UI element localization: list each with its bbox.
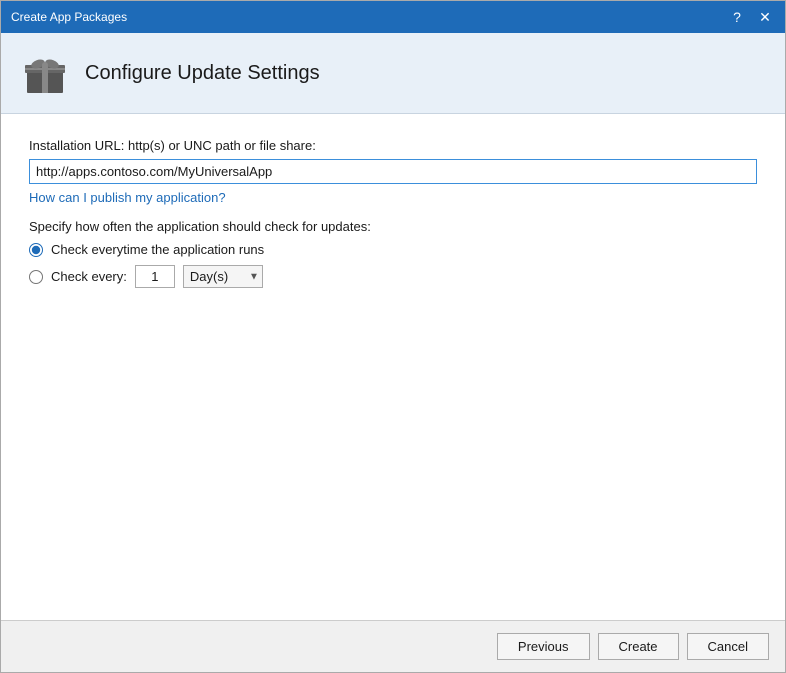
title-bar-left: Create App Packages [11, 10, 127, 24]
content-area: Installation URL: http(s) or UNC path or… [1, 114, 785, 620]
dialog-window: Create App Packages ? ✕ [0, 0, 786, 673]
header-title: Configure Update Settings [85, 62, 320, 85]
close-button[interactable]: ✕ [755, 7, 775, 27]
header-section: Configure Update Settings [1, 33, 785, 114]
check-every-input[interactable] [135, 265, 175, 288]
period-dropdown[interactable]: Day(s) Week(s) Month(s) [183, 265, 263, 288]
publish-link[interactable]: How can I publish my application? [29, 190, 226, 205]
dropdown-wrapper: Day(s) Week(s) Month(s) ▼ [183, 265, 263, 288]
help-button[interactable]: ? [727, 7, 747, 27]
gift-icon [21, 49, 69, 97]
title-bar-text: Create App Packages [11, 10, 127, 24]
title-bar: Create App Packages ? ✕ [1, 1, 785, 33]
radio-everytime[interactable] [29, 243, 43, 257]
title-bar-controls: ? ✕ [727, 7, 775, 27]
url-input[interactable] [29, 159, 757, 184]
check-freq-label: Specify how often the application should… [29, 219, 757, 234]
cancel-button[interactable]: Cancel [687, 633, 769, 660]
radio-row-1: Check everytime the application runs [29, 242, 757, 257]
footer: Previous Create Cancel [1, 620, 785, 672]
radio-check-every[interactable] [29, 270, 43, 284]
radio-1-label: Check everytime the application runs [51, 242, 264, 257]
radio-group: Check everytime the application runs Che… [29, 242, 757, 288]
radio-row-2: Check every: Day(s) Week(s) Month(s) ▼ [29, 265, 757, 288]
create-button[interactable]: Create [598, 633, 679, 660]
previous-button[interactable]: Previous [497, 633, 590, 660]
radio-2-label: Check every: [51, 269, 127, 284]
url-label: Installation URL: http(s) or UNC path or… [29, 138, 757, 153]
